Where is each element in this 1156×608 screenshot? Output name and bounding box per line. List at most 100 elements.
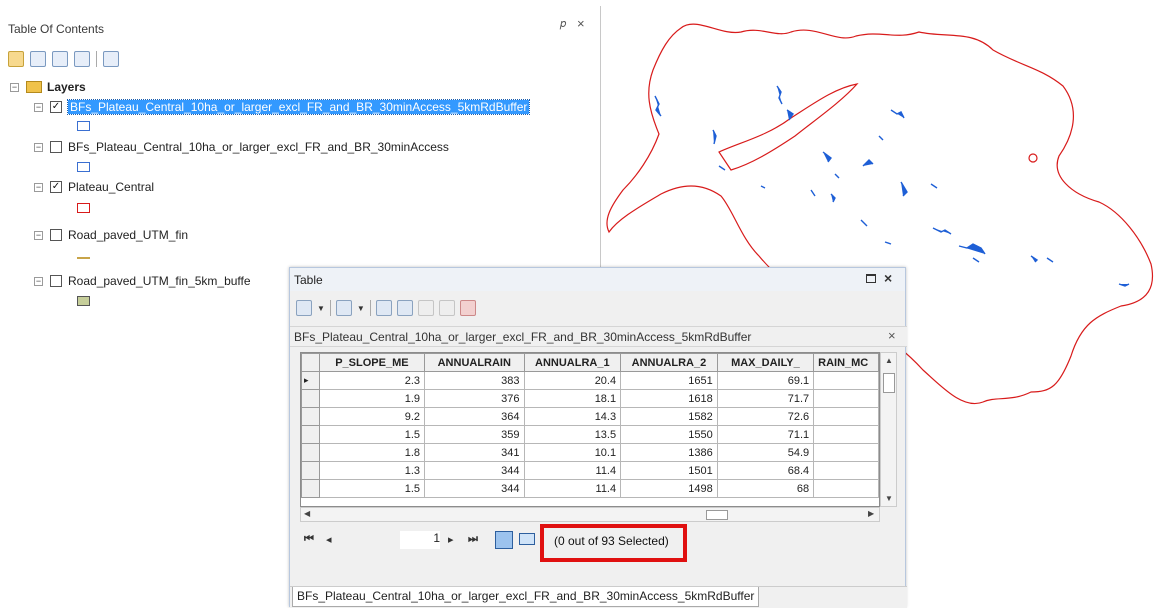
options-icon[interactable] bbox=[103, 51, 119, 67]
table-cell[interactable]: 344 bbox=[424, 461, 525, 480]
layer-item[interactable]: − ✓ BFs_Plateau_Central_10ha_or_larger_e… bbox=[34, 98, 531, 116]
table-cell[interactable]: 68 bbox=[716, 479, 815, 498]
next-record-icon[interactable]: ▸ bbox=[448, 533, 454, 546]
layer-visibility-checkbox[interactable] bbox=[50, 141, 62, 153]
pin-icon[interactable]: 𝑝 bbox=[560, 18, 566, 31]
list-by-drawing-order-icon[interactable] bbox=[8, 51, 24, 67]
row-selector[interactable]: ▸ bbox=[301, 371, 320, 390]
layer-item[interactable]: − Road_paved_UTM_fin bbox=[34, 226, 188, 244]
table-cell[interactable]: 1618 bbox=[620, 389, 718, 408]
scroll-right-icon[interactable]: ▶ bbox=[868, 509, 874, 518]
attribute-grid[interactable]: P_SLOPE_ME ANNUALRAIN ANNUALRA_1 ANNUALR… bbox=[300, 352, 880, 507]
table-cell[interactable] bbox=[813, 407, 879, 426]
list-by-visibility-icon[interactable] bbox=[52, 51, 68, 67]
collapse-icon[interactable]: − bbox=[34, 276, 43, 286]
table-cell[interactable] bbox=[813, 371, 879, 390]
table-titlebar[interactable]: Table × bbox=[290, 268, 905, 291]
table-tab[interactable]: BFs_Plateau_Central_10ha_or_larger_excl_… bbox=[292, 587, 760, 607]
column-header[interactable]: ANNUALRA_2 bbox=[620, 353, 718, 372]
layer-item[interactable]: − Road_paved_UTM_fin_5km_buffe bbox=[34, 272, 251, 290]
select-by-attributes-icon[interactable] bbox=[375, 300, 392, 316]
column-header[interactable]: P_SLOPE_ME bbox=[318, 353, 426, 372]
show-all-records-button[interactable] bbox=[495, 531, 513, 549]
current-record-field[interactable]: 1 bbox=[400, 531, 440, 549]
table-cell[interactable]: 359 bbox=[424, 425, 525, 444]
scroll-down-icon[interactable]: ▼ bbox=[885, 494, 893, 503]
tree-root-layers[interactable]: − Layers bbox=[10, 78, 86, 96]
table-row[interactable]: 9.2 364 14.3 1582 72.6 bbox=[301, 407, 879, 426]
related-tables-icon[interactable] bbox=[335, 300, 352, 316]
layer-symbol[interactable] bbox=[77, 162, 90, 172]
table-row[interactable]: 1.5 359 13.5 1550 71.1 bbox=[301, 425, 879, 444]
table-cell[interactable]: 341 bbox=[424, 443, 525, 462]
layer-symbol[interactable] bbox=[77, 203, 90, 213]
layer-item[interactable]: − ✓ Plateau_Central bbox=[34, 178, 154, 196]
table-cell[interactable]: 1582 bbox=[620, 407, 718, 426]
collapse-icon[interactable]: − bbox=[34, 182, 43, 192]
table-cell[interactable]: 364 bbox=[424, 407, 525, 426]
column-header-selector[interactable] bbox=[301, 353, 320, 372]
table-cell[interactable] bbox=[813, 389, 879, 408]
layer-visibility-checkbox[interactable] bbox=[50, 229, 62, 241]
column-header[interactable]: MAX_DAILY_ bbox=[716, 353, 815, 372]
table-cell[interactable]: 72.6 bbox=[716, 407, 815, 426]
collapse-icon[interactable]: − bbox=[34, 102, 43, 112]
table-cell[interactable]: 71.7 bbox=[716, 389, 815, 408]
collapse-icon[interactable]: − bbox=[10, 82, 19, 92]
table-cell[interactable]: 69.1 bbox=[716, 371, 815, 390]
table-cell[interactable]: 13.5 bbox=[523, 425, 622, 444]
layer-name[interactable]: Road_paved_UTM_fin bbox=[68, 228, 188, 242]
layer-visibility-checkbox[interactable]: ✓ bbox=[50, 181, 62, 193]
table-cell[interactable] bbox=[813, 425, 879, 444]
table-cell[interactable]: 1501 bbox=[620, 461, 718, 480]
table-row[interactable]: 1.8 341 10.1 1386 54.9 bbox=[301, 443, 879, 462]
layer-item[interactable]: − BFs_Plateau_Central_10ha_or_larger_exc… bbox=[34, 138, 449, 156]
scroll-left-icon[interactable]: ◀ bbox=[304, 509, 310, 518]
table-cell[interactable] bbox=[813, 461, 879, 480]
table-cell[interactable]: 376 bbox=[424, 389, 525, 408]
layer-name[interactable]: Plateau_Central bbox=[68, 180, 154, 194]
layer-name[interactable]: BFs_Plateau_Central_10ha_or_larger_excl_… bbox=[68, 140, 449, 154]
table-cell[interactable]: 11.4 bbox=[523, 461, 622, 480]
horizontal-scrollbar[interactable]: ◀ ▶ bbox=[300, 507, 880, 522]
layer-name[interactable]: Road_paved_UTM_fin_5km_buffe bbox=[68, 274, 251, 288]
row-selector[interactable] bbox=[301, 443, 320, 462]
first-record-icon[interactable]: ⏮ bbox=[304, 533, 314, 546]
table-cell[interactable]: 1.8 bbox=[318, 443, 426, 462]
row-selector[interactable] bbox=[301, 389, 320, 408]
layer-visibility-checkbox[interactable]: ✓ bbox=[50, 101, 62, 113]
clear-selection-icon[interactable] bbox=[417, 300, 434, 316]
column-header[interactable]: RAIN_MC bbox=[813, 353, 879, 372]
table-cell[interactable]: 14.3 bbox=[523, 407, 622, 426]
row-selector[interactable] bbox=[301, 479, 320, 498]
table-cell[interactable]: 11.4 bbox=[523, 479, 622, 498]
table-cell[interactable]: 10.1 bbox=[523, 443, 622, 462]
maximize-icon[interactable] bbox=[866, 274, 876, 283]
table-cell[interactable]: 2.3 bbox=[318, 371, 426, 390]
list-by-selection-icon[interactable] bbox=[74, 51, 90, 67]
scroll-thumb[interactable] bbox=[883, 373, 895, 393]
table-cell[interactable]: 1.5 bbox=[318, 479, 426, 498]
table-cell[interactable]: 1.9 bbox=[318, 389, 426, 408]
table-cell[interactable]: 68.4 bbox=[716, 461, 815, 480]
table-cell[interactable] bbox=[813, 443, 879, 462]
layer-visibility-checkbox[interactable] bbox=[50, 275, 62, 287]
row-selector[interactable] bbox=[301, 461, 320, 480]
close-icon[interactable]: × bbox=[577, 16, 585, 31]
last-record-icon[interactable]: ⏭ bbox=[468, 533, 478, 546]
table-cell[interactable]: 71.1 bbox=[716, 425, 815, 444]
column-header[interactable]: ANNUALRAIN bbox=[424, 353, 525, 372]
close-icon[interactable]: × bbox=[888, 328, 896, 343]
delete-selected-icon[interactable] bbox=[459, 300, 476, 316]
show-selected-records-button[interactable] bbox=[519, 533, 535, 545]
table-cell[interactable] bbox=[813, 479, 879, 498]
chevron-down-icon[interactable]: ▼ bbox=[357, 304, 365, 313]
collapse-icon[interactable]: − bbox=[34, 230, 43, 240]
scroll-up-icon[interactable]: ▲ bbox=[885, 356, 893, 365]
switch-selection-icon[interactable] bbox=[396, 300, 413, 316]
table-cell[interactable]: 1.3 bbox=[318, 461, 426, 480]
vertical-scrollbar[interactable]: ▲ ▼ bbox=[880, 352, 897, 507]
table-cell[interactable]: 1498 bbox=[620, 479, 718, 498]
previous-record-icon[interactable]: ◂ bbox=[326, 533, 332, 546]
table-cell[interactable]: 20.4 bbox=[523, 371, 622, 390]
